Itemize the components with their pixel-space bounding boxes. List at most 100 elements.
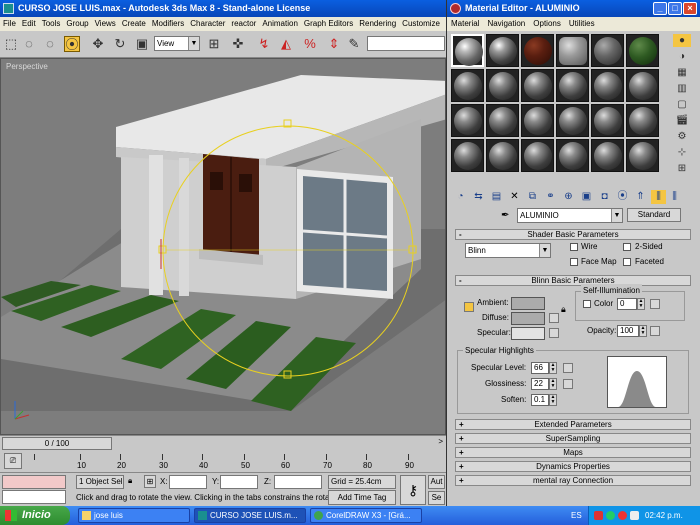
glossiness-spinner[interactable]: 22 ▲ ▼ xyxy=(531,378,557,390)
material-type-button[interactable]: Standard xyxy=(627,208,681,222)
z-coordinate-field[interactable] xyxy=(274,475,322,489)
shader-type-select[interactable]: Blinn ▼ xyxy=(465,243,551,258)
faceted-checkbox[interactable] xyxy=(623,258,631,266)
wire-checkbox[interactable] xyxy=(570,243,578,251)
add-time-tag-button[interactable]: Add Time Tag xyxy=(328,490,396,505)
set-key-button[interactable]: Se xyxy=(428,491,445,505)
menu-material[interactable]: Material xyxy=(447,17,483,31)
sample-uv-tiling-icon[interactable]: ▥ xyxy=(673,82,691,95)
material-name-field[interactable]: ALUMINIO ▼ xyxy=(517,208,623,223)
sample-slot[interactable] xyxy=(626,34,659,67)
rollout-shader-basic-parameters[interactable]: - Shader Basic Parameters xyxy=(455,229,691,240)
sample-slot[interactable] xyxy=(521,69,554,102)
spinner-arrows-icon[interactable]: ▲ ▼ xyxy=(549,362,557,374)
self-illum-color-checkbox[interactable] xyxy=(583,300,591,308)
spinner-arrows-icon[interactable]: ▲ ▼ xyxy=(549,378,557,390)
specular-level-spinner[interactable]: 66 ▲ ▼ xyxy=(531,362,557,374)
rollout-supersampling[interactable]: + SuperSampling xyxy=(455,433,691,444)
menu-edit[interactable]: Edit xyxy=(19,17,39,31)
antivirus-tray-icon[interactable] xyxy=(594,511,603,520)
rotate-icon[interactable]: ↻ xyxy=(112,36,128,52)
menu-group[interactable]: Group xyxy=(63,17,91,31)
assign-to-selection-icon[interactable]: ▤ xyxy=(489,190,504,204)
lock-icon[interactable]: 🔒︎ xyxy=(561,302,566,316)
sample-slot[interactable] xyxy=(486,34,519,67)
make-unique-icon[interactable]: ⚭ xyxy=(543,190,558,204)
volume-tray-icon[interactable] xyxy=(630,511,639,520)
pivot-center-icon[interactable]: ⊞ xyxy=(206,36,222,52)
sample-slot[interactable] xyxy=(486,104,519,137)
put-to-library-icon[interactable]: ⊕ xyxy=(561,190,576,204)
show-map-in-viewport-icon[interactable]: ◘ xyxy=(597,190,612,204)
named-selection-set-field[interactable] xyxy=(367,36,445,51)
tray-icon[interactable] xyxy=(618,511,627,520)
sample-slot[interactable] xyxy=(451,104,484,137)
menu-create[interactable]: Create xyxy=(119,17,149,31)
sample-slot[interactable] xyxy=(591,69,624,102)
taskbar-item-coreldraw[interactable]: CorelDRAW X3 - [Grá... xyxy=(310,508,422,523)
clock[interactable]: 02:42 p.m. xyxy=(645,506,683,525)
sample-slot[interactable] xyxy=(556,69,589,102)
close-icon[interactable]: × xyxy=(683,2,697,15)
menu-navigation[interactable]: Navigation xyxy=(483,17,529,31)
select-manipulate-icon[interactable]: ✜ xyxy=(230,36,246,52)
rollout-blinn-basic-parameters[interactable]: - Blinn Basic Parameters xyxy=(455,275,691,286)
rollout-extended-parameters[interactable]: + Extended Parameters xyxy=(455,419,691,430)
spinner-arrows-icon[interactable]: ▲ ▼ xyxy=(637,298,645,310)
lasso-select-icon[interactable]: ◌ xyxy=(42,36,58,52)
menu-reactor[interactable]: reactor xyxy=(228,17,259,31)
sample-slot[interactable] xyxy=(451,139,484,172)
taskbar-item-folder[interactable]: jose luis xyxy=(78,508,190,523)
sample-slot[interactable] xyxy=(556,139,589,172)
put-to-scene-icon[interactable]: ⇆ xyxy=(471,190,486,204)
auto-key-button[interactable]: Aut xyxy=(428,475,445,489)
menu-character[interactable]: Character xyxy=(187,17,228,31)
rollout-dynamics-properties[interactable]: + Dynamics Properties xyxy=(455,461,691,472)
menu-utilities[interactable]: Utilities xyxy=(565,17,599,31)
video-color-check-icon[interactable]: ▢ xyxy=(673,98,691,111)
face-map-checkbox[interactable] xyxy=(570,258,578,266)
sample-slot[interactable] xyxy=(521,34,554,67)
select-object-icon[interactable]: ⦿ xyxy=(64,36,80,52)
self-illum-spinner[interactable]: 0 ▲ ▼ xyxy=(617,298,645,310)
make-copy-icon[interactable]: ⧉ xyxy=(525,190,540,204)
language-indicator[interactable]: ES xyxy=(571,506,582,525)
mini-curve-editor-icon[interactable]: ⎚ xyxy=(4,453,22,469)
minimize-icon[interactable]: _ xyxy=(653,2,667,15)
spinner-snap-icon[interactable]: ⇕ xyxy=(326,36,342,52)
select-region-icon[interactable]: ⬚ xyxy=(3,36,19,52)
time-slider[interactable]: 0 / 100 > xyxy=(0,435,446,451)
eyedropper-icon[interactable]: ✒ xyxy=(501,210,509,221)
x-coordinate-field[interactable] xyxy=(169,475,207,489)
show-end-result-icon[interactable]: ⦿ xyxy=(615,190,630,204)
sample-slot[interactable] xyxy=(626,104,659,137)
spinner-arrows-icon[interactable]: ▲ ▼ xyxy=(549,394,557,406)
get-material-icon[interactable]: ◔ xyxy=(453,190,468,204)
menu-file[interactable]: File xyxy=(0,17,19,31)
sample-slot[interactable] xyxy=(591,34,624,67)
taskbar-item-3dsmax[interactable]: CURSO JOSE LUIS.m... xyxy=(194,508,306,523)
time-slider-thumb[interactable]: 0 / 100 xyxy=(2,437,112,450)
opacity-map-button[interactable] xyxy=(650,326,660,336)
percent-snap-icon[interactable]: % xyxy=(302,36,318,52)
sample-slot[interactable] xyxy=(626,69,659,102)
background-icon[interactable]: ▦ xyxy=(673,66,691,79)
angle-snap-icon[interactable]: ◭ xyxy=(278,36,294,52)
sample-slot[interactable] xyxy=(486,69,519,102)
diffuse-map-button[interactable] xyxy=(549,313,559,323)
y-coordinate-field[interactable] xyxy=(220,475,258,489)
select-by-material-icon[interactable]: ⊹ xyxy=(673,146,691,159)
menu-tools[interactable]: Tools xyxy=(39,17,64,31)
specular-level-map-button[interactable] xyxy=(563,363,573,373)
sample-slot[interactable] xyxy=(556,34,589,67)
rollout-maps[interactable]: + Maps xyxy=(455,447,691,458)
specular-map-button[interactable] xyxy=(549,328,559,338)
make-preview-icon[interactable]: 🎬︎ xyxy=(673,114,691,127)
sample-slot[interactable] xyxy=(451,34,484,67)
start-button[interactable]: Inicio xyxy=(0,506,70,525)
maxscript-listener-field[interactable] xyxy=(2,475,66,489)
options-icon[interactable]: ⚙ xyxy=(673,130,691,143)
go-to-parent-icon[interactable]: ⇑ xyxy=(633,190,648,204)
sample-slot[interactable] xyxy=(521,104,554,137)
go-forward-to-sibling-icon[interactable]: ⫼ xyxy=(651,190,666,204)
